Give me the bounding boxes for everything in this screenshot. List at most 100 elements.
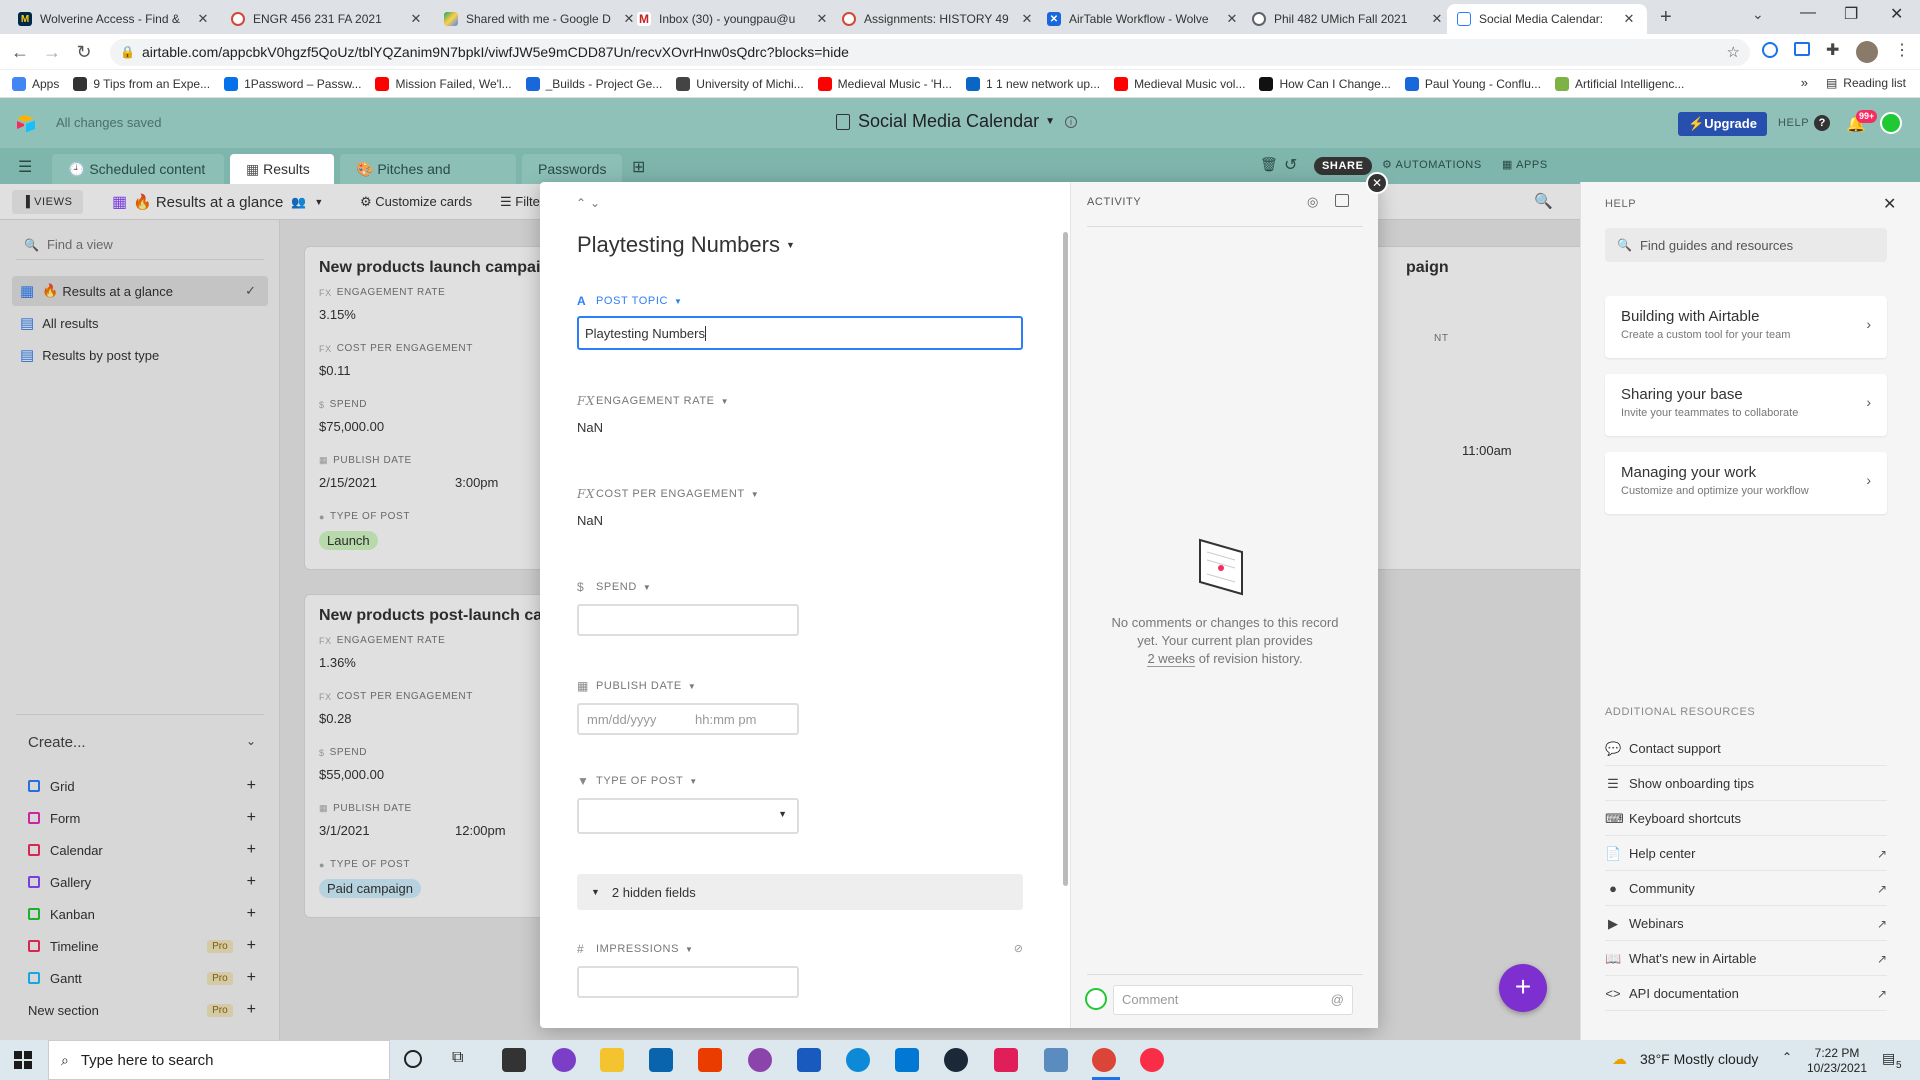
- record-nav-arrows-icon[interactable]: ⌃⌄: [576, 196, 604, 210]
- base-title-menu[interactable]: Social Media Calendar ▼ i: [836, 111, 1078, 132]
- tab-scheduled-content[interactable]: 🕘 Scheduled content: [52, 154, 224, 184]
- apps-button[interactable]: ▦ APPS: [1502, 158, 1548, 171]
- extension-icon[interactable]: [1762, 42, 1778, 58]
- minimize-icon[interactable]: —: [1800, 4, 1816, 22]
- taskbar-search-box[interactable]: ⌕ Type here to search: [48, 1040, 390, 1080]
- menu-kebab-icon[interactable]: ⋮: [1894, 40, 1910, 60]
- revision-history-link[interactable]: 2 weeks: [1147, 651, 1196, 667]
- file-explorer-icon[interactable]: [600, 1048, 624, 1072]
- bookmark-item[interactable]: Medieval Music - 'H...: [817, 76, 952, 91]
- bookmark-item[interactable]: How Can I Change...: [1259, 76, 1391, 91]
- field-label[interactable]: $ SPEND ▼: [577, 580, 799, 594]
- collapse-panel-icon[interactable]: [1335, 194, 1349, 207]
- browser-tab-active[interactable]: Social Media Calendar: ✕: [1447, 4, 1647, 34]
- office-icon[interactable]: [698, 1048, 722, 1072]
- browser-tab[interactable]: Shared with me - Google D ✕: [434, 4, 647, 34]
- field-label[interactable]: # IMPRESSIONS ▼: [577, 942, 1023, 956]
- more-bookmarks-icon[interactable]: »: [1801, 75, 1808, 90]
- close-tab-icon[interactable]: ✕: [1224, 11, 1240, 27]
- bookmark-item[interactable]: 9 Tips from an Expe...: [73, 76, 210, 91]
- tab-passwords[interactable]: Passwords: [522, 154, 622, 184]
- comment-input[interactable]: Comment @: [1113, 985, 1353, 1015]
- user-avatar[interactable]: [1880, 112, 1902, 134]
- hidden-eye-icon[interactable]: ⊘: [1014, 942, 1023, 955]
- bookmark-item[interactable]: Paul Young - Conflu...: [1404, 76, 1541, 91]
- automations-button[interactable]: ⚙ AUTOMATIONS: [1382, 158, 1482, 171]
- bookmark-item[interactable]: University of Michi...: [676, 76, 804, 91]
- bookmark-item[interactable]: Apps: [12, 76, 59, 91]
- discord-icon[interactable]: [748, 1048, 772, 1072]
- add-table-icon[interactable]: ⊞: [632, 157, 645, 177]
- close-tab-icon[interactable]: ✕: [408, 11, 424, 27]
- share-button[interactable]: SHARE: [1314, 157, 1372, 175]
- reload-icon[interactable]: ↻: [72, 40, 96, 64]
- browser-tab[interactable]: M Wolverine Access - Find & ✕: [8, 4, 221, 34]
- field-label[interactable]: fx ENGAGEMENT RATE ▼: [577, 394, 729, 408]
- history-icon[interactable]: ↺: [1284, 155, 1297, 175]
- browser-tab[interactable]: M Inbox (30) - youngpau@u ✕: [627, 4, 840, 34]
- itunes-icon[interactable]: [1140, 1048, 1164, 1072]
- task-view-icon[interactable]: ⧉: [452, 1049, 463, 1067]
- word-icon[interactable]: [797, 1048, 821, 1072]
- reading-list-button[interactable]: ▤ Reading list: [1826, 76, 1906, 90]
- close-window-icon[interactable]: ✕: [1890, 4, 1903, 24]
- notification-center-icon[interactable]: ▤: [1882, 1050, 1895, 1067]
- bookmark-item[interactable]: 1 1 new network up...: [965, 76, 1100, 91]
- puzzle-extensions-icon[interactable]: ✚: [1826, 40, 1839, 60]
- restore-icon[interactable]: ❐: [1844, 4, 1858, 24]
- help-search-input[interactable]: 🔍 Find guides and resources: [1605, 228, 1887, 262]
- slack-icon[interactable]: [994, 1048, 1018, 1072]
- bookmark-item[interactable]: Artificial Intelligenc...: [1554, 76, 1684, 91]
- chrome-icon[interactable]: [1092, 1048, 1116, 1072]
- help-resource-link[interactable]: ▶ Webinars ↗: [1605, 907, 1887, 941]
- impressions-input[interactable]: [577, 966, 799, 998]
- edge-icon[interactable]: [846, 1048, 870, 1072]
- address-bar[interactable]: 🔒 airtable.com/appcbkV0hgzf5QoUz/tblYQZa…: [110, 39, 1750, 66]
- help-resource-link[interactable]: 💬 Contact support: [1605, 732, 1887, 766]
- new-tab-icon[interactable]: +: [1660, 6, 1672, 29]
- trash-icon[interactable]: 🗑: [1260, 156, 1278, 173]
- bookmark-star-icon[interactable]: ☆: [1727, 39, 1740, 66]
- help-guide-card[interactable]: Sharing your base Invite your teammates t…: [1605, 374, 1887, 436]
- help-guide-card[interactable]: Managing your work Customize and optimize…: [1605, 452, 1887, 514]
- help-resource-link[interactable]: 📄 Help center ↗: [1605, 837, 1887, 871]
- forward-icon[interactable]: →: [40, 40, 64, 64]
- close-tab-icon[interactable]: ✕: [814, 11, 830, 27]
- bookmark-item[interactable]: Mission Failed, We'l...: [375, 76, 512, 91]
- rss-icon[interactable]: ◎: [1307, 194, 1318, 210]
- bookmark-item[interactable]: _Builds - Project Ge...: [525, 76, 662, 91]
- app-icon[interactable]: [1044, 1048, 1068, 1072]
- field-label[interactable]: fx COST PER ENGAGEMENT ▼: [577, 487, 759, 501]
- close-tab-icon[interactable]: ✕: [1019, 11, 1035, 27]
- field-label[interactable]: ▦ PUBLISH DATE ▼: [577, 679, 799, 693]
- help-resource-link[interactable]: ☰ Show onboarding tips: [1605, 767, 1887, 801]
- browser-tab[interactable]: ENGR 456 231 FA 2021 ✕: [221, 4, 434, 34]
- tab-results[interactable]: ▦ Results ▼: [230, 154, 334, 206]
- store-app-icon[interactable]: [502, 1048, 526, 1072]
- bookmark-item[interactable]: Medieval Music vol...: [1114, 76, 1245, 91]
- taskbar-clock[interactable]: 7:22 PM 10/23/2021: [1802, 1046, 1872, 1076]
- close-help-icon[interactable]: ✕: [1883, 194, 1896, 214]
- type-of-post-select[interactable]: ▼: [577, 798, 799, 834]
- field-label[interactable]: A POST TOPIC ▼: [577, 294, 1023, 308]
- browser-tab[interactable]: Assignments: HISTORY 49 ✕: [832, 4, 1045, 34]
- publish-date-input[interactable]: mm/dd/yyyy hh:mm pm: [577, 703, 799, 735]
- hidden-fields-toggle[interactable]: ▼ 2 hidden fields: [577, 874, 1023, 910]
- help-resource-link[interactable]: 📖 What's new in Airtable ↗: [1605, 942, 1887, 976]
- post-topic-input[interactable]: Playtesting Numbers: [577, 316, 1023, 350]
- extension-icon[interactable]: [1794, 42, 1810, 56]
- back-icon[interactable]: ←: [8, 40, 32, 64]
- cortana-icon[interactable]: [404, 1050, 422, 1068]
- help-resource-link[interactable]: <> API documentation ↗: [1605, 977, 1887, 1011]
- help-resource-link[interactable]: ● Community ↗: [1605, 872, 1887, 906]
- help-resource-link[interactable]: ⌨ Keyboard shortcuts: [1605, 802, 1887, 836]
- help-circle-icon[interactable]: ?: [1814, 115, 1830, 131]
- profile-avatar[interactable]: [1856, 41, 1878, 63]
- windows-start-icon[interactable]: [14, 1051, 32, 1069]
- browser-tab[interactable]: ✕ AirTable Workflow - Wolve ✕: [1037, 4, 1250, 34]
- info-icon[interactable]: i: [1065, 115, 1078, 128]
- close-tab-icon[interactable]: ✕: [1621, 11, 1637, 27]
- steam-icon[interactable]: [944, 1048, 968, 1072]
- tab-search-icon[interactable]: ⌄: [1752, 6, 1764, 23]
- browser-tab[interactable]: Phil 482 UMich Fall 2021 ✕: [1242, 4, 1455, 34]
